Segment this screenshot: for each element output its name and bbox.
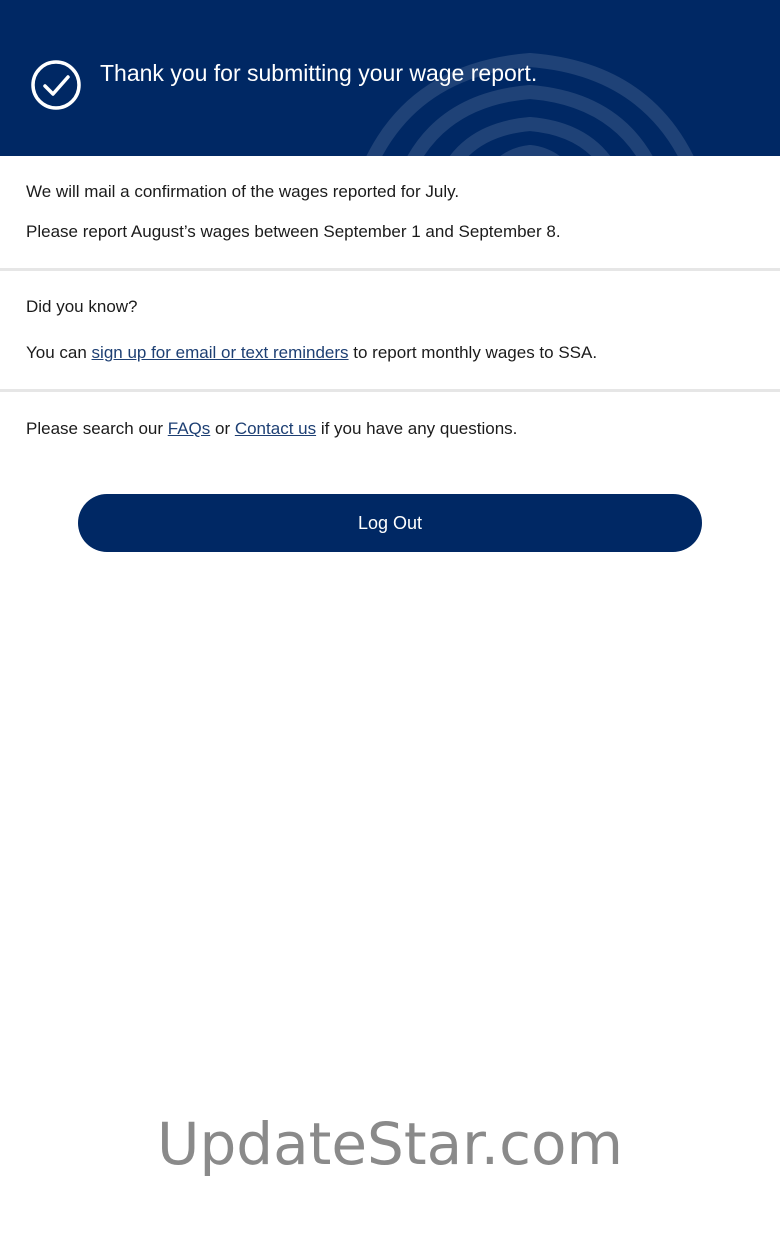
contact-us-link[interactable]: Contact us — [235, 419, 316, 438]
next-report-window-text: Please report August’s wages between Sep… — [26, 222, 561, 241]
sign-up-reminders-link[interactable]: sign up for email or text reminders — [92, 343, 349, 362]
help-text-suffix: if you have any questions. — [316, 419, 518, 438]
help-text-prefix: Please search our — [26, 419, 168, 438]
reminders-text: You can sign up for email or text remind… — [26, 342, 597, 364]
page-title: Thank you for submitting your wage repor… — [100, 60, 538, 86]
reminders-text-prefix: You can — [26, 343, 92, 362]
section-divider — [0, 389, 780, 392]
confirmation-banner: Thank you for submitting your wage repor… — [0, 0, 780, 156]
help-text: Please search our FAQs or Contact us if … — [26, 418, 517, 440]
reminders-text-suffix: to report monthly wages to SSA. — [348, 343, 598, 362]
updatestar-watermark: UpdateStar.com — [157, 1110, 623, 1178]
help-text-middle: or — [210, 419, 235, 438]
check-circle-icon — [31, 60, 81, 110]
faqs-link[interactable]: FAQs — [168, 419, 211, 438]
ssa-seal-watermark-icon — [366, 52, 694, 156]
mail-confirmation-text: We will mail a confirmation of the wages… — [26, 182, 460, 201]
log-out-button[interactable]: Log Out — [78, 494, 702, 552]
did-you-know-heading: Did you know? — [26, 297, 138, 316]
section-divider — [0, 268, 780, 271]
